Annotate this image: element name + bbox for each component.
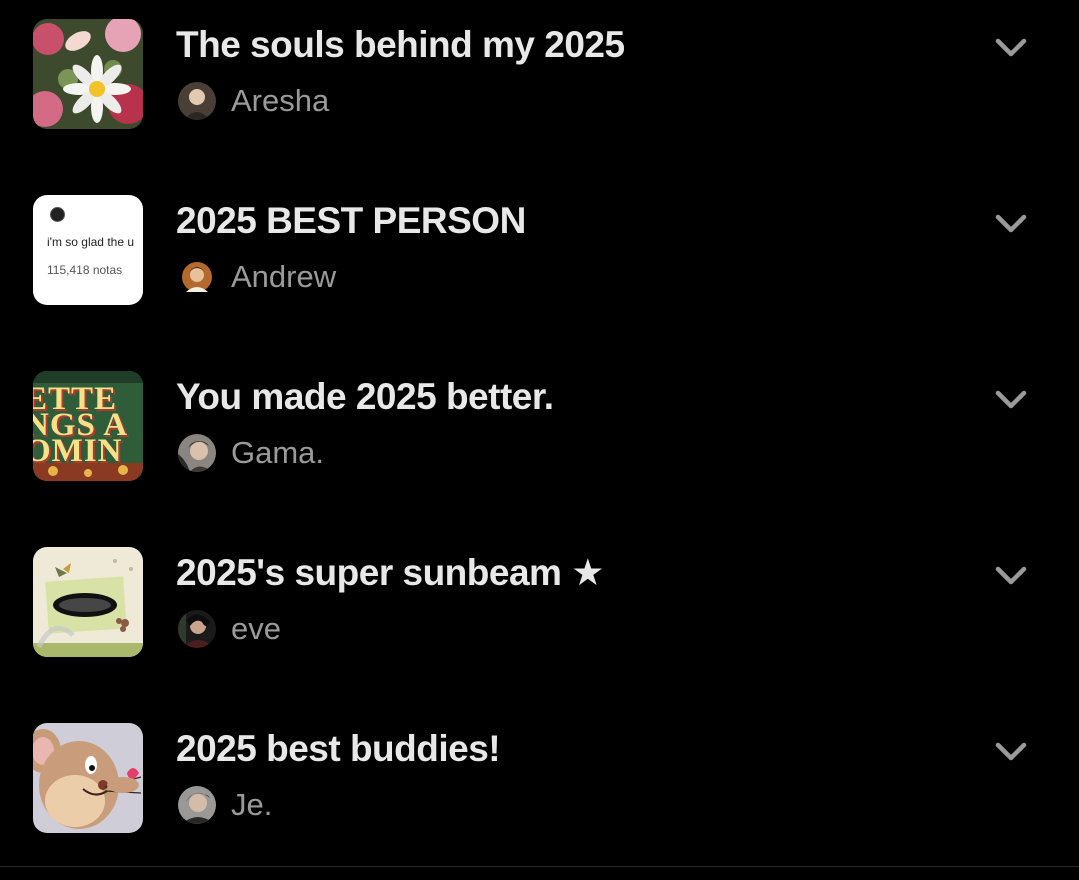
poster-text-line: OMIN [33, 433, 123, 469]
owner-name: Andrew [231, 259, 337, 294]
user-avatar[interactable] [178, 258, 216, 296]
thumb-text-line: i'm so glad the u [47, 235, 135, 249]
collection-thumbnail[interactable]: ETTE NGS A OMIN [33, 371, 143, 481]
text-post-image: i'm so glad the u 115,418 notas [33, 195, 143, 305]
collection-owner[interactable]: eve [178, 609, 281, 649]
retro-poster-image: ETTE NGS A OMIN [33, 371, 143, 481]
collection-row[interactable]: i'm so glad the u 115,418 notas 2025 BES… [0, 176, 1079, 352]
user-avatar[interactable] [178, 434, 216, 472]
collection-row[interactable]: 2025 best buddies! Je. [0, 704, 1079, 880]
collection-title[interactable]: 2025 BEST PERSON [176, 198, 526, 244]
collection-thumbnail[interactable] [33, 547, 143, 657]
owner-name: Je. [231, 787, 273, 822]
collection-row[interactable]: ETTE NGS A OMIN You made 2025 better. Ga… [0, 352, 1079, 528]
collection-row[interactable]: 2025's super sunbeam ★ eve [0, 528, 1079, 704]
collection-owner[interactable]: Aresha [178, 81, 329, 121]
collection-thumbnail[interactable] [33, 19, 143, 129]
collection-owner[interactable]: Je. [178, 785, 272, 825]
collection-owner[interactable]: Gama. [178, 433, 324, 473]
thumb-notes-count: 115,418 notas [47, 263, 123, 277]
collection-title[interactable]: 2025 best buddies! [176, 726, 501, 772]
user-avatar[interactable] [178, 82, 216, 120]
chevron-down-icon[interactable] [990, 382, 1032, 418]
chevron-down-icon[interactable] [990, 30, 1032, 66]
chevron-down-icon[interactable] [990, 206, 1032, 242]
user-avatar[interactable] [178, 610, 216, 648]
owner-name: eve [231, 611, 281, 646]
mini-avatar-icon [50, 207, 65, 222]
owner-name: Aresha [231, 83, 330, 118]
cartoon-mouse-image [33, 723, 143, 833]
list-divider [0, 866, 1079, 867]
owner-name: Gama. [231, 435, 325, 470]
collection-list: The souls behind my 2025 Aresha i'm so g… [0, 0, 1079, 866]
chevron-down-icon[interactable] [990, 734, 1032, 770]
collection-title[interactable]: You made 2025 better. [176, 374, 554, 420]
scrapbook-collage-image [33, 547, 143, 657]
chevron-down-icon[interactable] [990, 558, 1032, 594]
flower-bouquet-image [33, 19, 143, 129]
collection-row[interactable]: The souls behind my 2025 Aresha [0, 0, 1079, 176]
user-avatar[interactable] [178, 786, 216, 824]
collection-title[interactable]: The souls behind my 2025 [176, 22, 625, 68]
collection-thumbnail[interactable]: i'm so glad the u 115,418 notas [33, 195, 143, 305]
collection-owner[interactable]: Andrew [178, 257, 336, 297]
collection-thumbnail[interactable] [33, 723, 143, 833]
collection-title[interactable]: 2025's super sunbeam ★ [176, 550, 604, 596]
